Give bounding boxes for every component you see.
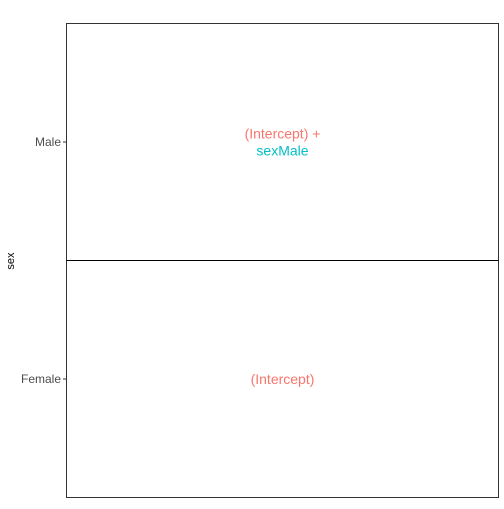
y-tick-label-male: Male <box>35 135 61 149</box>
y-axis-title: sex <box>5 252 17 270</box>
chart: Female Male (Intercept) (Intercept) + sexMa… <box>0 0 504 504</box>
chart-background <box>0 0 504 504</box>
cell-term-male-1: sexMale <box>256 143 308 159</box>
y-tick-label-female: Female <box>21 372 61 386</box>
cell-term-male-0: (Intercept) + <box>245 126 321 142</box>
cell-term-female-0: (Intercept) <box>251 371 315 387</box>
chart-svg: Female Male (Intercept) (Intercept) +sexMa… <box>0 0 504 504</box>
